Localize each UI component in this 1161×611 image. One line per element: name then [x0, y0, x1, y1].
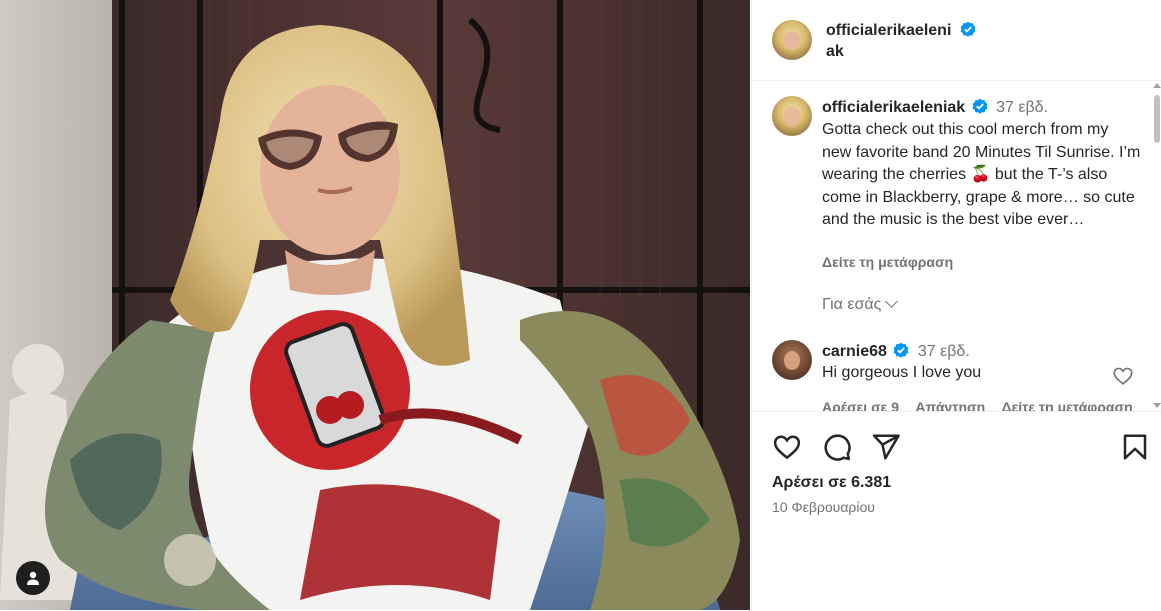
- caption-author: officialerikaeleniak 37 εβδ.: [822, 97, 1048, 118]
- comment-icon[interactable]: [822, 432, 852, 462]
- comment-translate-link[interactable]: Δείτε τη μετάφραση: [1002, 399, 1133, 411]
- comment-timestamp[interactable]: 37 εβδ.: [918, 343, 970, 360]
- post-photo[interactable]: [0, 0, 750, 610]
- user-icon: [27, 571, 39, 585]
- post-image-illustration: [0, 0, 750, 610]
- verified-badge-icon: [972, 98, 988, 114]
- comment-actions: Αρέσει σε 9 Απάντηση Δείτε τη μετάφραση: [822, 399, 1146, 411]
- comment-text: Hi gorgeous I love you: [822, 364, 982, 381]
- scroll-up-arrow[interactable]: [1153, 83, 1161, 88]
- heart-icon[interactable]: [772, 432, 802, 462]
- paper-plane-icon[interactable]: [871, 432, 901, 462]
- commenter-avatar[interactable]: [772, 340, 812, 380]
- comment-sort-label: Για εσάς: [822, 296, 882, 313]
- caption-timestamp[interactable]: 37 εβδ.: [996, 99, 1048, 116]
- tagged-users-button[interactable]: [16, 561, 50, 595]
- post-date[interactable]: 10 Φεβρουαρίου: [772, 499, 875, 515]
- comment-reply-button[interactable]: Απάντηση: [915, 399, 985, 411]
- comment-likes-link[interactable]: Αρέσει σε 9: [822, 399, 899, 411]
- author-avatar[interactable]: [772, 20, 812, 60]
- post-caption: Gotta check out this cool merch from my …: [822, 121, 1141, 228]
- comments-list[interactable]: officialerikaeleniak 37 εβδ. Gotta check…: [752, 81, 1152, 411]
- commenter-username[interactable]: carnie68: [822, 343, 887, 360]
- verified-badge-icon: [893, 342, 909, 358]
- see-translation-link[interactable]: Δείτε τη μετάφραση: [822, 254, 953, 270]
- bookmark-icon[interactable]: [1120, 432, 1150, 462]
- likes-count[interactable]: Αρέσει σε 6.381: [772, 474, 891, 492]
- post-actions: Αρέσει σε 6.381 10 Φεβρουαρίου: [752, 411, 1161, 611]
- author-username[interactable]: officialerikaeleni ak: [826, 20, 976, 62]
- chevron-down-icon: [885, 295, 899, 308]
- scroll-down-arrow[interactable]: [1153, 403, 1161, 408]
- author-username-line2: ak: [826, 43, 844, 60]
- post-sidebar: officialerikaeleni ak officialerikaeleni…: [751, 0, 1161, 610]
- heart-outline-icon[interactable]: [1112, 365, 1134, 387]
- post-header: officialerikaeleni ak: [752, 0, 1161, 81]
- caption-author-avatar[interactable]: [772, 96, 812, 136]
- caption-author-username[interactable]: officialerikaeleniak: [822, 99, 965, 116]
- comments-scrollbar[interactable]: [1154, 95, 1160, 143]
- comment-sort-dropdown[interactable]: Για εσάς: [822, 295, 899, 314]
- verified-badge-icon: [960, 21, 976, 37]
- author-username-line1: officialerikaeleni: [826, 22, 952, 39]
- comment-header: carnie68 37 εβδ.: [822, 341, 970, 362]
